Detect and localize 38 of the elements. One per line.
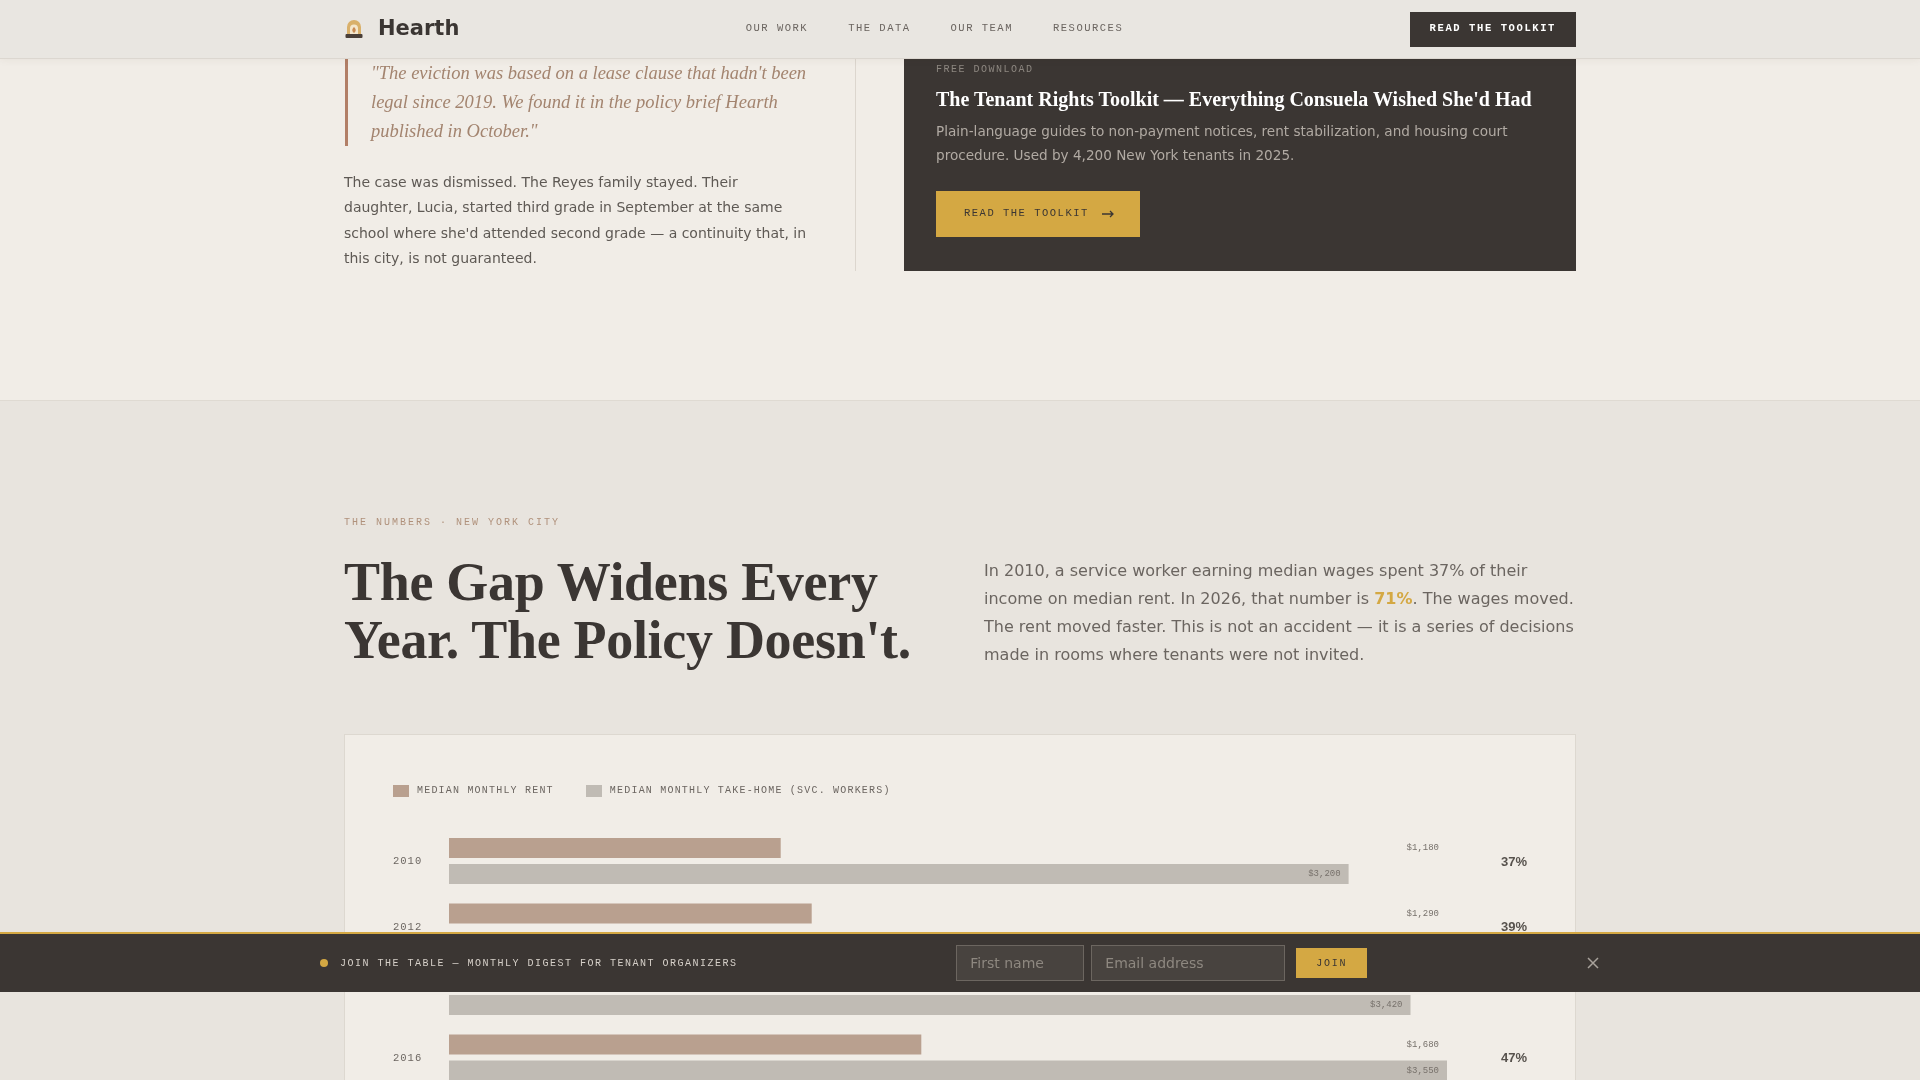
year-label: 2016 <box>393 1051 423 1064</box>
close-icon <box>1587 957 1599 969</box>
card-title: The Tenant Rights Toolkit — Everything Consuela Wished She'd Had <box>936 87 1533 112</box>
read-toolkit-button[interactable]: READ THE TOOLKIT <box>936 191 1140 237</box>
story-paragraph: The case was dismissed. The Reyes family stayed. Their daughter, Lucia, started third grade in September at the same school where she'd attended second grade — a continuity that, in this city, is not guaranteed. <box>344 173 807 268</box>
value-label: $3,550 <box>1406 1065 1439 1076</box>
email-field[interactable]: Email address <box>1091 945 1286 981</box>
share-label: 37% <box>1501 853 1527 869</box>
first-name-field[interactable]: First name <box>956 945 1085 981</box>
close-button[interactable] <box>1586 956 1600 970</box>
value-label: $1,680 <box>1406 1039 1439 1050</box>
nav-link[interactable]: OUR TEAM <box>950 21 1013 37</box>
nav-link[interactable]: RESOURCES <box>1053 21 1124 37</box>
brand-link[interactable]: Hearth <box>344 13 460 45</box>
value-label: $3,200 <box>1308 869 1341 880</box>
dot-icon <box>320 959 328 967</box>
value-label: $3,420 <box>1370 1000 1403 1011</box>
newsletter-text: JOIN THE TABLE — MONTHLY DIGEST FOR TENANT ORGANIZERS <box>340 956 738 971</box>
year-label: 2010 <box>393 855 423 868</box>
nav-link[interactable]: OUR WORK <box>745 21 809 37</box>
share-label: 39% <box>1501 919 1527 935</box>
section-intro: In 2010, a service worker earning median wages spent 37% of their income on median rent. In 2026, that number is 71%. The wages moved. The rent moved faster. This is not an accident — it is a series of decisions made in rooms where tenants were not invited. <box>984 560 1575 667</box>
nav-link[interactable]: THE DATA <box>848 21 911 37</box>
pull-quote: "The eviction was based on a lease clause that hadn't been legal since 2019. We found it in the policy brief Hearth published in October." <box>345 59 807 146</box>
card-description: Plain-language guides to non-payment notices, rent stabilization, and housing court procedure. Used by 4,200 New York tenants in 2025. <box>936 122 1509 165</box>
card-eyebrow: FREE DOWNLOAD <box>936 63 1035 77</box>
arrow-icon <box>1101 210 1114 218</box>
read-toolkit-button[interactable]: READ THE TOOLKIT <box>1409 11 1576 47</box>
share-label: 47% <box>1501 1050 1527 1066</box>
section-heading: The Gap Widens Every Year. The Policy Doesn't. <box>344 553 912 670</box>
fireplace-icon <box>344 19 364 39</box>
section-eyebrow: THE NUMBERS · NEW YORK CITY <box>344 516 562 531</box>
legend-label: MEDIAN MONTHLY RENT <box>417 784 554 799</box>
join-button[interactable]: JOIN <box>1296 948 1368 978</box>
value-label: $1,290 <box>1406 908 1439 919</box>
value-label: $1,180 <box>1406 843 1439 854</box>
legend-label: MEDIAN MONTHLY TAKE-HOME (SVC. WORKERS) <box>609 784 891 799</box>
year-label: 2012 <box>393 920 423 933</box>
